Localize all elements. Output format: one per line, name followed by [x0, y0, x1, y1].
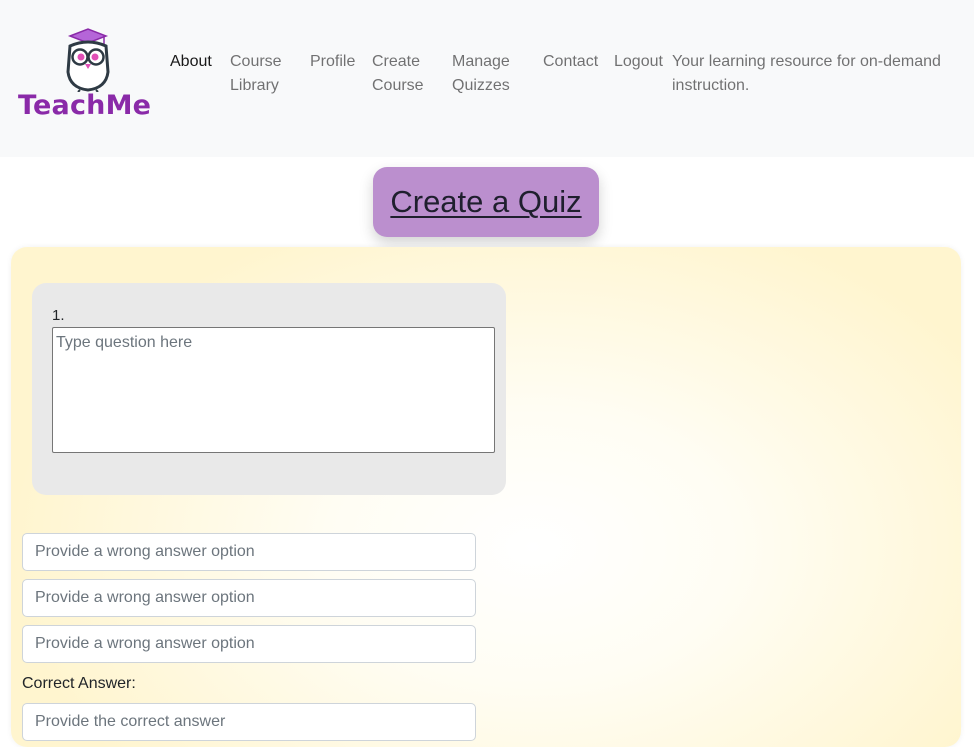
wrong-answer-input-2[interactable] [22, 579, 476, 617]
correct-answer-label: Correct Answer: [22, 675, 136, 692]
page-title-pill: Create a Quiz [373, 167, 599, 237]
navbar: TeachMe About Course Library Profile Cre… [0, 0, 974, 157]
question-card: 1. [32, 283, 506, 495]
nav-course-library[interactable]: Course Library [230, 50, 292, 98]
tagline: Your learning resource for on-demand ins… [672, 53, 941, 94]
wrong-answer-input-1[interactable] [22, 533, 476, 571]
brand-name: TeachMe [18, 90, 152, 121]
nav-profile[interactable]: Profile [310, 50, 362, 74]
nav-logout[interactable]: Logout [614, 50, 670, 74]
nav-about[interactable]: About [170, 50, 222, 74]
wrong-answer-input-3[interactable] [22, 625, 476, 663]
correct-answer-input[interactable] [22, 703, 476, 741]
page-title: Create a Quiz [390, 184, 582, 219]
quiz-panel: 1. Correct Answer: [11, 247, 961, 747]
nav-manage-quizzes[interactable]: Manage Quizzes [452, 50, 524, 98]
teachme-logo[interactable]: TeachMe [18, 28, 158, 124]
question-input[interactable] [52, 327, 495, 453]
nav-contact[interactable]: Contact [543, 50, 603, 74]
question-number: 1. [52, 307, 65, 324]
nav-create-course[interactable]: Create Course [372, 50, 432, 98]
owl-icon [66, 28, 110, 93]
